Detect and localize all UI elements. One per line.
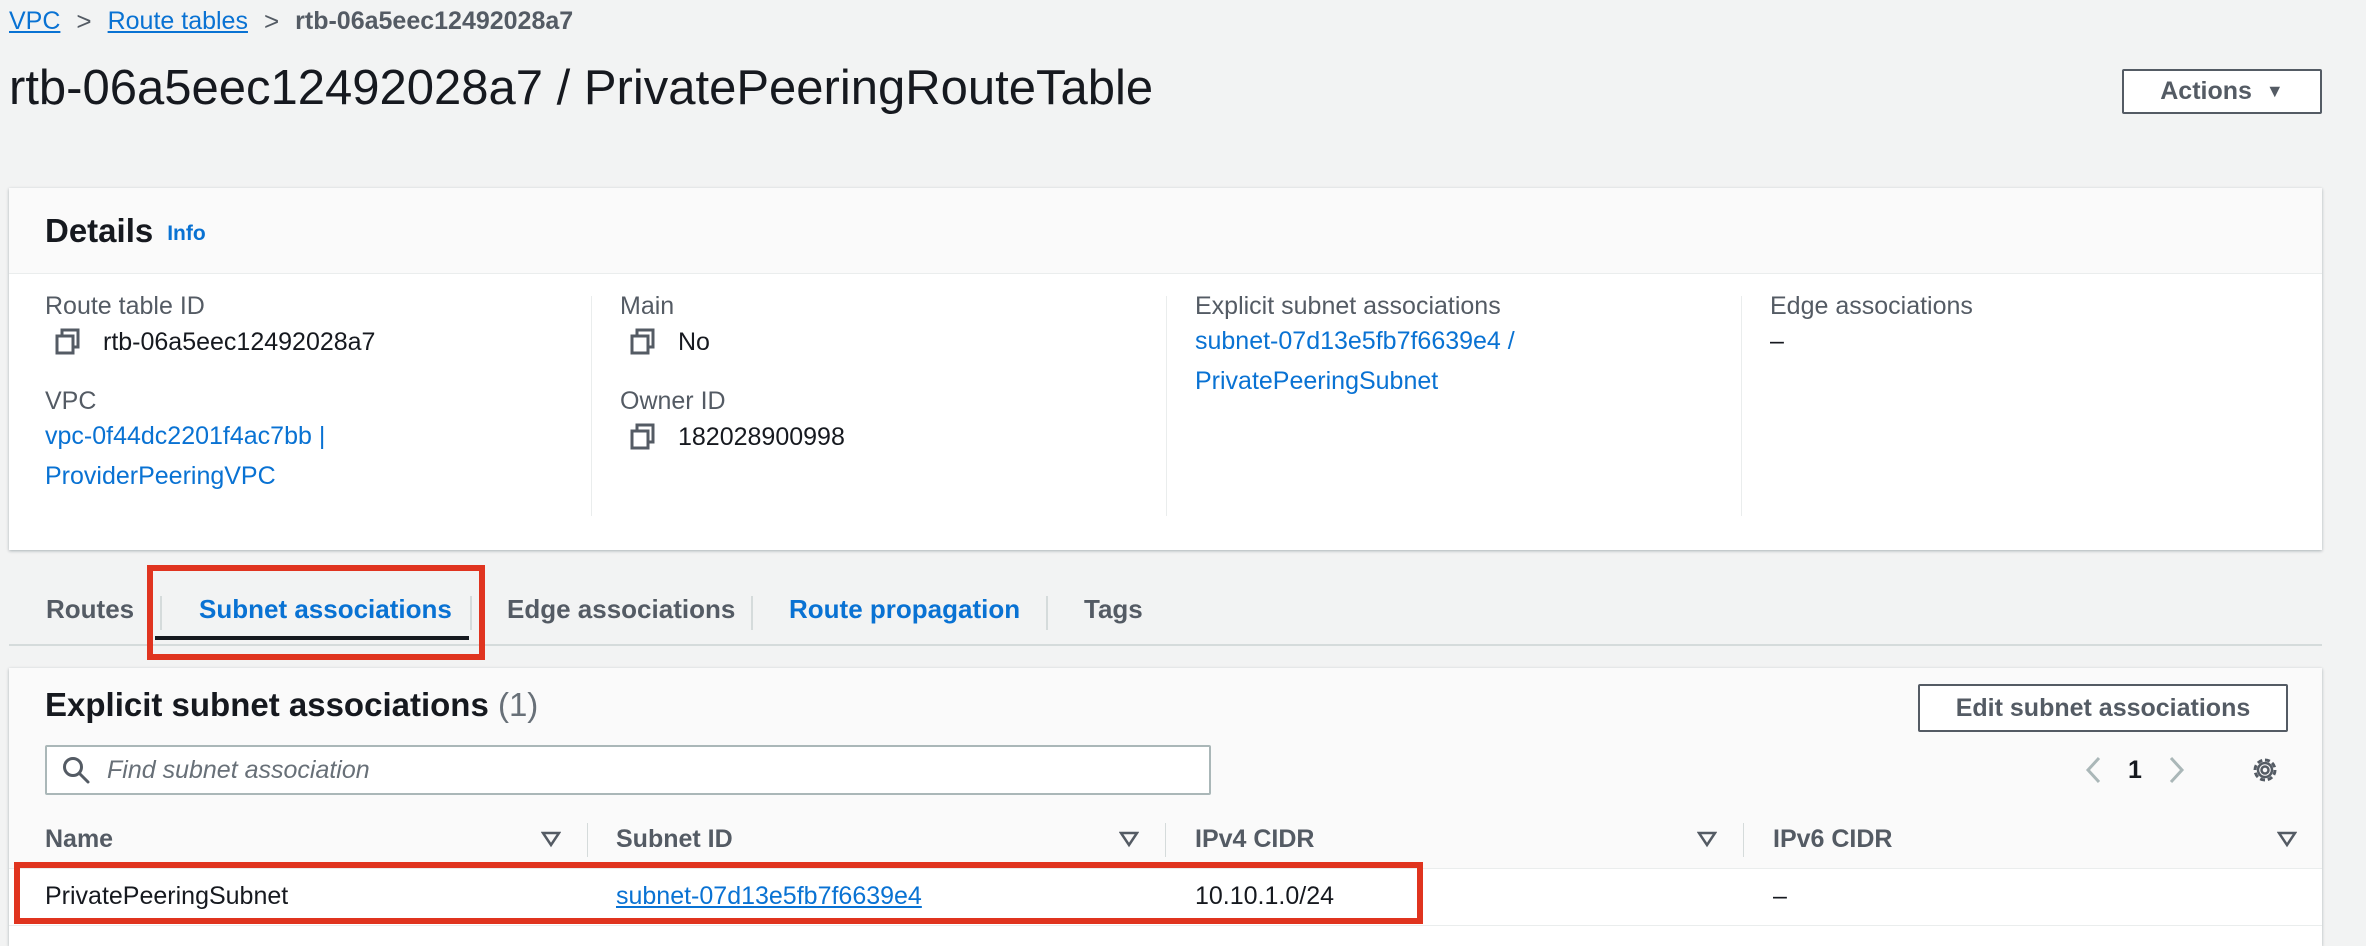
column-header-name[interactable]: Name [45,811,113,868]
chevron-right-icon[interactable] [2164,754,2188,786]
details-heading: Details [45,211,154,249]
explicit-associations-label: Explicit subnet associations [1195,292,1501,320]
vpc-link-line2[interactable]: ProviderPeeringVPC [45,456,375,496]
route-table-id-label: Route table ID [45,292,205,320]
copy-icon[interactable] [628,327,658,357]
panel-title: Explicit subnet associations (1) [45,686,538,724]
tab-routes[interactable]: Routes [46,578,134,640]
copy-icon[interactable] [628,422,658,452]
panel-count: (1) [497,686,539,723]
edit-subnet-associations-button[interactable]: Edit subnet associations [1918,684,2288,732]
column-divider [1165,823,1166,857]
tab-divider [1046,596,1048,630]
main-label: Main [620,292,675,320]
column-divider [587,823,588,857]
details-col-route-table: Route table ID rtb-06a5eec12492028a7 VPC… [45,292,375,496]
settings-gear-icon[interactable] [2249,754,2281,786]
pagination: 1 [2082,752,2188,788]
search-icon [63,757,90,784]
chevron-left-icon[interactable] [2082,754,2106,786]
sort-icon[interactable] [1697,830,1717,848]
breadcrumb-route-tables-link[interactable]: Route tables [108,7,248,36]
tab-route-propagation[interactable]: Route propagation [789,578,1020,640]
caret-down-icon: ▼ [2265,81,2284,101]
owner-id-label: Owner ID [620,387,726,415]
details-col-edge: Edge associations – [1770,292,1973,356]
explicit-association-link-line1[interactable]: subnet-07d13e5fb7f6639e4 / [1195,321,1515,361]
sort-icon[interactable] [541,830,561,848]
page-title: rtb-06a5eec12492028a7 / PrivatePeeringRo… [9,61,1154,115]
chevron-right-icon: > [263,5,280,36]
sort-icon[interactable] [1119,830,1139,848]
breadcrumb-current: rtb-06a5eec12492028a7 [295,6,574,35]
owner-id-value: 182028900998 [620,422,845,452]
tab-tags[interactable]: Tags [1084,578,1143,640]
breadcrumb-vpc-link[interactable]: VPC [9,7,60,36]
highlight-box-row [14,862,1423,924]
panel-title-text: Explicit subnet associations [45,686,489,723]
copy-icon[interactable] [53,327,83,357]
column-divider [1743,823,1744,857]
actions-button[interactable]: Actions ▼ [2122,69,2322,114]
column-header-ipv4-cidr[interactable]: IPv4 CIDR [1195,811,1314,868]
column-header-subnet-id[interactable]: Subnet ID [616,811,733,868]
sort-icon[interactable] [2277,830,2297,848]
route-table-id-text: rtb-06a5eec12492028a7 [103,327,376,356]
highlight-box-tab [147,565,485,660]
vpc-link-line1[interactable]: vpc-0f44dc2201f4ac7bb | [45,416,375,456]
actions-button-label: Actions [2160,77,2252,105]
search-input[interactable] [105,754,1209,786]
page-number[interactable]: 1 [2128,756,2142,785]
route-table-id-value: rtb-06a5eec12492028a7 [45,327,375,357]
edge-associations-value: – [1770,327,1784,355]
tab-edge-associations[interactable]: Edge associations [507,578,735,640]
details-header: Details Info [9,188,2322,274]
main-value-text: No [678,327,710,356]
cell-ipv6-cidr: – [1773,882,1787,910]
breadcrumb: VPC > Route tables > rtb-06a5eec12492028… [9,4,573,38]
edge-associations-label: Edge associations [1770,292,1973,320]
chevron-right-icon: > [76,5,92,36]
main-value: No [620,327,845,357]
explicit-association-link-line2[interactable]: PrivatePeeringSubnet [1195,361,1515,401]
vpc-label: VPC [45,387,97,415]
column-divider [1166,296,1167,516]
search-box[interactable] [45,745,1211,795]
tab-divider [751,596,753,630]
details-col-explicit: Explicit subnet associations subnet-07d1… [1195,292,1515,401]
column-divider [1741,296,1742,516]
info-link[interactable]: Info [167,222,205,246]
details-card: Details Info Route table ID rtb-06a5eec1… [9,188,2322,550]
details-col-main: Main No Owner ID 182028900998 [620,292,845,452]
column-divider [591,296,592,516]
column-header-ipv6-cidr[interactable]: IPv6 CIDR [1773,811,1892,868]
owner-id-text: 182028900998 [678,422,845,451]
